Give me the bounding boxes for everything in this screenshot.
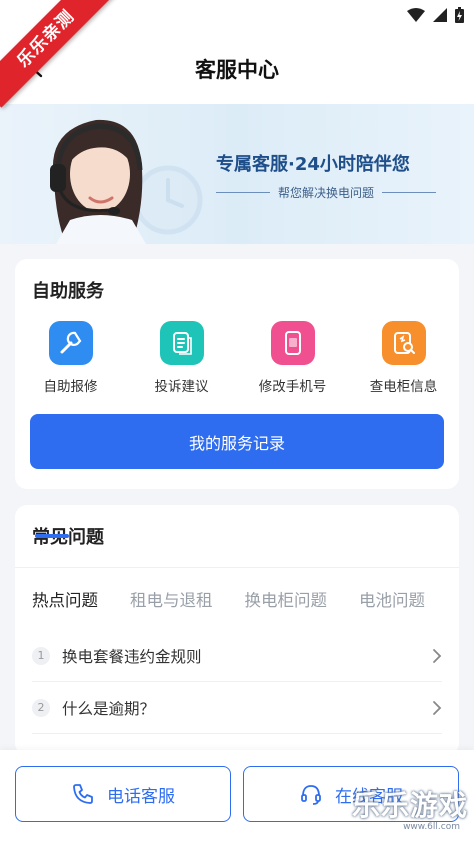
service-label: 查电柜信息 <box>369 379 438 395</box>
service-records-button[interactable]: 我的服务记录 <box>30 414 444 469</box>
banner-divider-right <box>382 192 437 193</box>
headset-icon <box>301 785 321 805</box>
battery-charging-icon <box>455 7 464 23</box>
phone-support-button[interactable]: 电话客服 <box>15 766 231 822</box>
support-agent-avatar <box>50 119 146 244</box>
banner-divider-left <box>216 192 270 193</box>
service-label: 修改手机号 <box>258 379 327 395</box>
faq-question: 什么是逾期？ <box>62 699 156 718</box>
chevron-right-icon <box>433 648 442 663</box>
watermark-url: www.6ll.com <box>403 822 460 832</box>
service-cabinet-info[interactable]: 查电柜信息 <box>348 321 459 395</box>
tab-cabinet-questions[interactable]: 换电柜问题 <box>245 587 328 611</box>
service-label: 投诉建议 <box>154 379 209 395</box>
self-service-card: 自助服务 自助报修 投诉建议 修改手机号 查电柜信息 我的服务记录 <box>15 259 459 489</box>
banner-subtitle: 帮您解决换电问题 <box>278 186 375 200</box>
tab-rent-return[interactable]: 租电与退租 <box>130 587 213 611</box>
self-service-title: 自助服务 <box>32 281 104 302</box>
phone-screen-icon <box>270 321 315 365</box>
support-banner: 专属客服·24小时陪伴您 帮您解决换电问题 <box>0 104 474 244</box>
faq-number: 2 <box>32 698 50 717</box>
banner-title: 专属客服·24小时陪伴您 <box>216 154 410 175</box>
faq-tabs: 热点问题 租电与退租 换电柜问题 电池问题 <box>32 587 425 611</box>
list-item[interactable]: 1 换电套餐违约金规则 <box>32 630 442 682</box>
document-icon <box>159 321 204 365</box>
page-title: 客服中心 <box>195 58 279 82</box>
faq-list: 1 换电套餐违约金规则 2 什么是逾期？ <box>32 630 442 734</box>
faq-card: 常见问题 热点问题 租电与退租 换电柜问题 电池问题 1 换电套餐违约金规则 2… <box>15 505 459 755</box>
service-repair[interactable]: 自助报修 <box>15 321 126 395</box>
service-label: 自助报修 <box>43 379 98 395</box>
chevron-right-icon <box>433 700 442 715</box>
tab-hot-questions[interactable]: 热点问题 <box>32 587 98 611</box>
tab-battery-questions[interactable]: 电池问题 <box>359 587 425 611</box>
divider <box>15 567 459 568</box>
watermark-logo: 乐乐游戏 <box>351 789 468 822</box>
phone-icon <box>73 784 93 804</box>
list-item[interactable]: 2 什么是逾期？ <box>32 682 442 734</box>
signal-icon <box>433 8 447 22</box>
wifi-icon <box>407 8 425 22</box>
wrench-icon <box>48 321 93 365</box>
service-change-phone[interactable]: 修改手机号 <box>237 321 348 395</box>
service-complaint[interactable]: 投诉建议 <box>126 321 237 395</box>
faq-number: 1 <box>32 646 50 665</box>
phone-support-label: 电话客服 <box>107 786 175 806</box>
active-tab-indicator <box>35 534 69 538</box>
cabinet-search-icon <box>381 321 426 365</box>
faq-question: 换电套餐违约金规则 <box>62 647 202 666</box>
header: 客服中心 <box>0 32 474 104</box>
